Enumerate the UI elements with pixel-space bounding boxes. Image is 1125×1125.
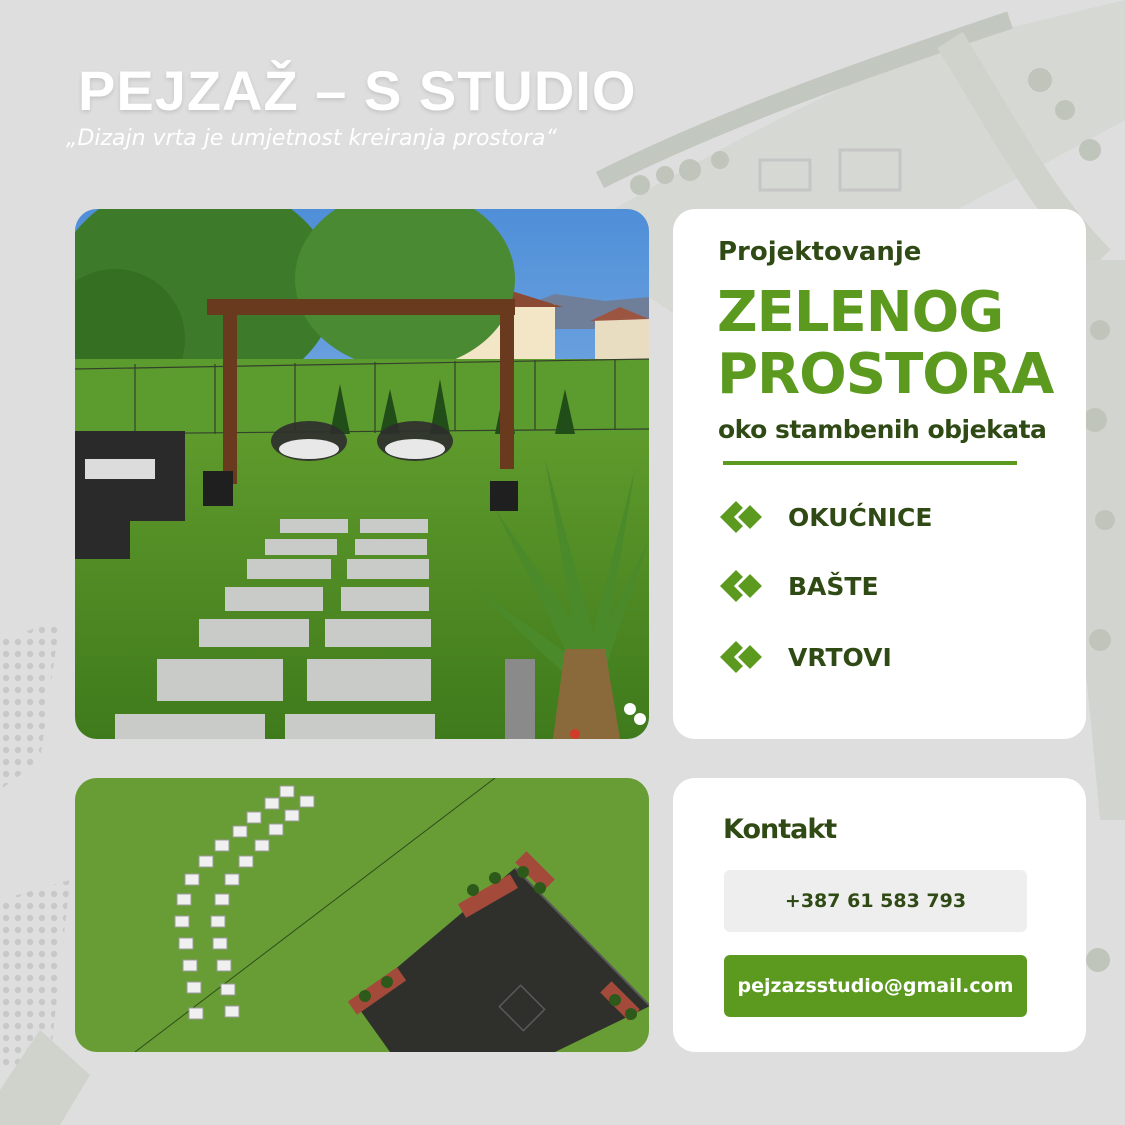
email-button[interactable]: pejzazsstudio@gmail.com — [724, 955, 1027, 1017]
service-item-vrtovi: VRTOVI — [720, 637, 892, 677]
double-diamond-icon — [720, 640, 766, 674]
garden-photo — [75, 209, 649, 739]
services-subline: oko stambenih objekata — [718, 415, 1047, 444]
services-lead: Projektovanje — [718, 237, 922, 267]
double-diamond-icon — [720, 500, 766, 534]
service-label: VRTOVI — [788, 642, 892, 672]
services-headline-line2: PROSTORA — [717, 342, 1054, 407]
service-label: BAŠTE — [788, 571, 879, 601]
service-label: OKUĆNICE — [788, 502, 933, 532]
garden-plan-render — [75, 778, 649, 1052]
brand-tagline: „Dizajn vrta je umjetnost kreiranja pros… — [66, 126, 557, 151]
service-item-baste: BAŠTE — [720, 566, 879, 606]
services-divider — [723, 461, 1017, 465]
contact-card: Kontakt +387 61 583 793 pejzazsstudio@gm… — [673, 778, 1086, 1052]
service-item-okucnice: OKUĆNICE — [720, 497, 932, 537]
double-diamond-icon — [720, 569, 766, 603]
services-headline-line1: ZELENOG — [717, 280, 1004, 345]
brand-title: PEJZAŽ – S STUDIO — [78, 59, 637, 122]
phone-number[interactable]: +387 61 583 793 — [724, 870, 1027, 932]
services-card: Projektovanje ZELENOG PROSTORA oko stamb… — [673, 209, 1086, 739]
contact-title: Kontakt — [723, 814, 837, 845]
